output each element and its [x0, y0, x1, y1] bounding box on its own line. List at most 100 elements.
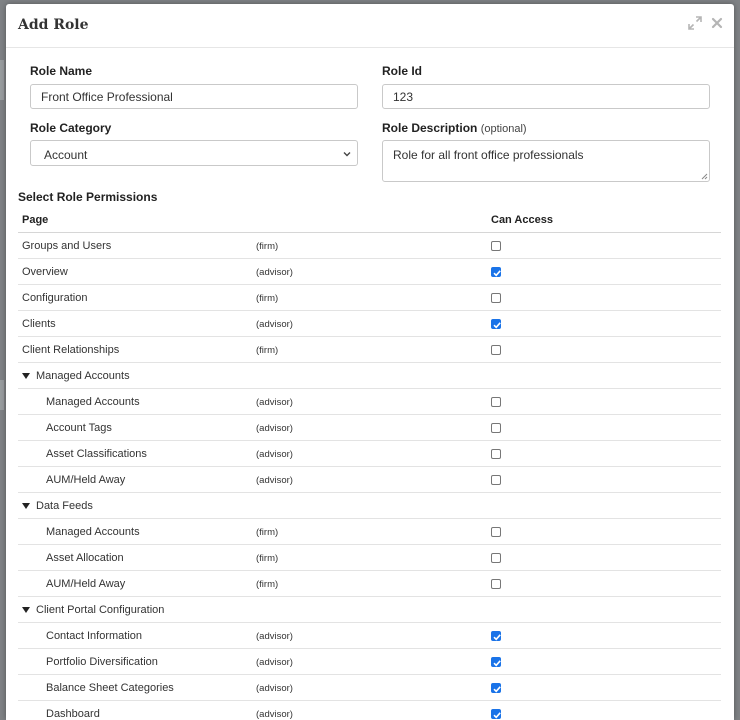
- page-scope: (advisor): [256, 683, 293, 694]
- role-name-label: Role Name: [30, 64, 93, 78]
- page-scope: (firm): [256, 293, 279, 304]
- permission-row: Contact Information (advisor): [18, 623, 721, 649]
- group-label: Client Portal Configuration: [36, 604, 165, 616]
- dialog-header: Add Role: [6, 4, 734, 48]
- permissions-rows: Groups and Users (firm) Overview (advisor) C…: [18, 233, 721, 720]
- checkmark-icon: [493, 686, 501, 693]
- role-description-textarea[interactable]: Role for all front office professionals: [382, 140, 710, 182]
- can-access-checkbox[interactable]: [491, 527, 501, 537]
- permission-row: Client Relationships (firm): [18, 337, 721, 363]
- caret-down-icon[interactable]: [22, 373, 30, 379]
- page-name: Asset Allocation: [46, 552, 124, 564]
- add-role-dialog: Add Role Role Name Role Id Role Category…: [6, 4, 734, 720]
- permissions-table: Page Can Access Groups and Users (firm) Ov…: [18, 209, 721, 720]
- checkmark-icon: [493, 634, 501, 641]
- column-can-access: Can Access: [491, 214, 553, 226]
- permissions-title: Select Role Permissions: [18, 190, 158, 204]
- can-access-checkbox[interactable]: [491, 475, 501, 485]
- page-name: Managed Accounts: [46, 526, 140, 538]
- page-name: Portfolio Diversification: [46, 656, 158, 668]
- page-scope: (firm): [256, 345, 279, 356]
- role-category-select[interactable]: Account: [30, 140, 358, 166]
- expand-icon[interactable]: [688, 16, 702, 30]
- can-access-checkbox[interactable]: [491, 709, 501, 719]
- page-name: AUM/Held Away: [46, 474, 126, 486]
- permission-group-row: Client Portal Configuration: [18, 597, 721, 623]
- page-scope: (firm): [256, 553, 279, 564]
- page-name: AUM/Held Away: [46, 578, 126, 590]
- permission-row: Overview (advisor): [18, 259, 721, 285]
- can-access-checkbox[interactable]: [491, 345, 501, 355]
- permission-group-row: Managed Accounts: [18, 363, 721, 389]
- permission-row: Groups and Users (firm): [18, 233, 721, 259]
- role-category-value: Account: [44, 148, 88, 162]
- can-access-checkbox[interactable]: [491, 397, 501, 407]
- dialog-title: Add Role: [18, 17, 89, 33]
- permission-row: Managed Accounts (advisor): [18, 389, 721, 415]
- can-access-checkbox[interactable]: [491, 683, 501, 693]
- page-scope: (advisor): [256, 657, 293, 668]
- page-name: Overview: [22, 266, 68, 278]
- role-description-value: Role for all front office professionals: [393, 148, 584, 162]
- can-access-checkbox[interactable]: [491, 657, 501, 667]
- group-label: Managed Accounts: [36, 370, 130, 382]
- role-name-input[interactable]: [30, 84, 358, 109]
- role-description-label: Role Description (optional): [382, 121, 527, 135]
- caret-down-icon[interactable]: [22, 503, 30, 509]
- checkmark-icon: [493, 322, 501, 329]
- role-category-label: Role Category: [30, 121, 112, 135]
- can-access-checkbox[interactable]: [491, 553, 501, 563]
- page-name: Client Relationships: [22, 344, 120, 356]
- column-page: Page: [22, 214, 49, 226]
- caret-down-icon[interactable]: [22, 607, 30, 613]
- page-scope: (advisor): [256, 397, 293, 408]
- page-scope: (firm): [256, 241, 279, 252]
- can-access-checkbox[interactable]: [491, 293, 501, 303]
- permission-row: Account Tags (advisor): [18, 415, 721, 441]
- can-access-checkbox[interactable]: [491, 267, 501, 277]
- page-scope: (advisor): [256, 709, 293, 720]
- role-description-label-text: Role Description: [382, 121, 478, 135]
- permission-group-row: Data Feeds: [18, 493, 721, 519]
- role-id-input[interactable]: [382, 84, 710, 109]
- page-name: Dashboard: [46, 708, 100, 720]
- can-access-checkbox[interactable]: [491, 319, 501, 329]
- permission-row: Clients (advisor): [18, 311, 721, 337]
- can-access-checkbox[interactable]: [491, 579, 501, 589]
- close-icon[interactable]: [710, 16, 724, 30]
- role-form: Role Name Role Id Role Category Account …: [6, 48, 734, 188]
- permission-row: AUM/Held Away (advisor): [18, 467, 721, 493]
- can-access-checkbox[interactable]: [491, 241, 501, 251]
- page-scope: (firm): [256, 579, 279, 590]
- permission-row: Balance Sheet Categories (advisor): [18, 675, 721, 701]
- checkmark-icon: [493, 660, 501, 667]
- page-name: Clients: [22, 318, 56, 330]
- backdrop-fragment: [0, 380, 4, 410]
- page-name: Account Tags: [46, 422, 112, 434]
- can-access-checkbox[interactable]: [491, 631, 501, 641]
- page-scope: (advisor): [256, 475, 293, 486]
- page-name: Configuration: [22, 292, 88, 304]
- permission-row: Configuration (firm): [18, 285, 721, 311]
- page-name: Contact Information: [46, 630, 142, 642]
- permission-row: AUM/Held Away (firm): [18, 571, 721, 597]
- page-scope: (advisor): [256, 423, 293, 434]
- page-scope: (advisor): [256, 631, 293, 642]
- permission-row: Portfolio Diversification (advisor): [18, 649, 721, 675]
- page-scope: (advisor): [256, 449, 293, 460]
- permission-row: Managed Accounts (firm): [18, 519, 721, 545]
- page-name: Balance Sheet Categories: [46, 682, 174, 694]
- page-name: Groups and Users: [22, 240, 112, 252]
- group-label: Data Feeds: [36, 500, 93, 512]
- checkmark-icon: [493, 270, 501, 277]
- chevron-down-icon: [343, 152, 351, 157]
- optional-note: (optional): [480, 123, 527, 135]
- role-id-label: Role Id: [382, 64, 423, 78]
- can-access-checkbox[interactable]: [491, 423, 501, 433]
- resize-grip-icon[interactable]: [700, 172, 708, 180]
- permissions-table-header: Page Can Access: [18, 209, 721, 233]
- page-scope: (advisor): [256, 319, 293, 330]
- permission-row: Asset Allocation (firm): [18, 545, 721, 571]
- can-access-checkbox[interactable]: [491, 449, 501, 459]
- backdrop-fragment: [0, 60, 4, 100]
